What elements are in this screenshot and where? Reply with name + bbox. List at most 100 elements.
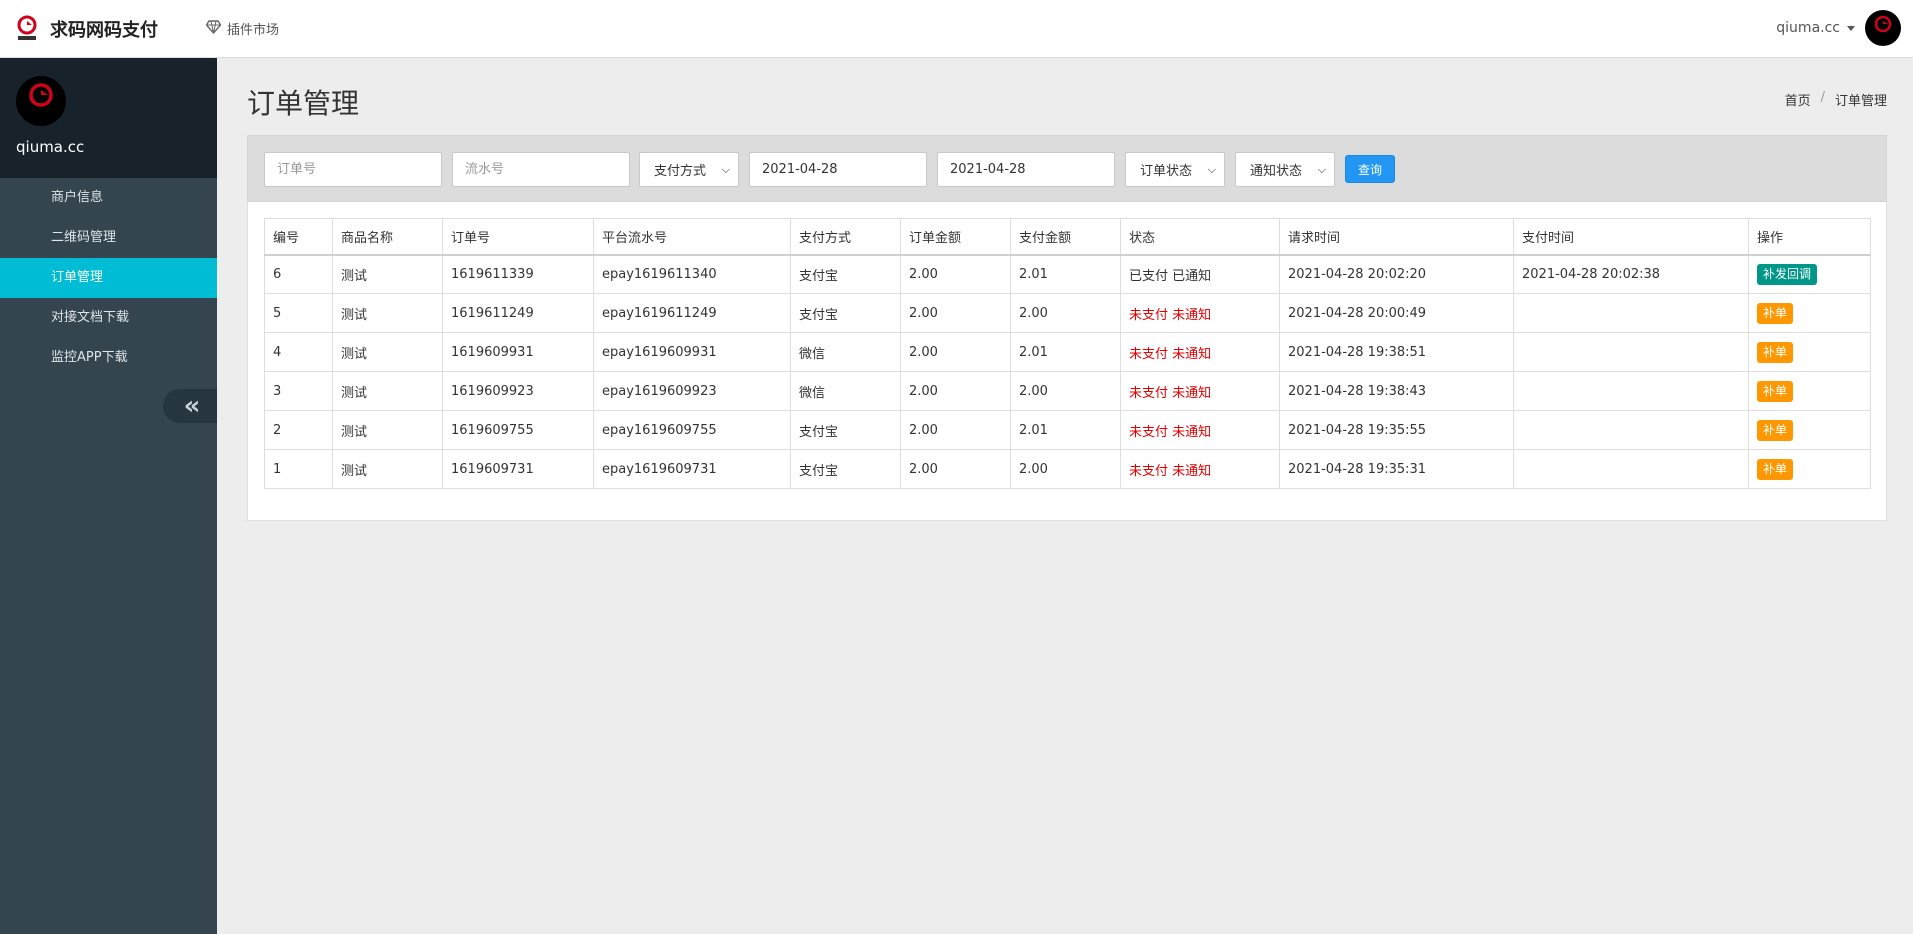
sidebar-avatar[interactable]: [16, 76, 66, 126]
start-date-input[interactable]: [749, 152, 927, 187]
cell-order-no: 1619609755: [442, 410, 594, 450]
cell-action: 补单: [1748, 371, 1871, 411]
search-button[interactable]: 查询: [1345, 155, 1396, 183]
breadcrumb: 首页 / 订单管理: [1785, 90, 1887, 109]
notify-status-select[interactable]: 通知状态 ⌵: [1235, 152, 1335, 187]
cell-action: 补单: [1748, 293, 1871, 333]
cell-order-no: 1619611249: [442, 293, 594, 333]
cell-id: 4: [264, 332, 333, 372]
page-title: 订单管理: [247, 87, 360, 120]
cell-order-amount: 2.00: [900, 449, 1011, 489]
cell-pay-amount: 2.01: [1010, 254, 1121, 294]
user-name: qiuma.cc: [1776, 20, 1840, 36]
cell-serial: epay1619609923: [593, 371, 791, 411]
sidebar-item-order-management[interactable]: 订单管理: [0, 258, 217, 298]
cell-serial: epay1619609931: [593, 332, 791, 372]
cell-product: 测试: [332, 293, 443, 333]
col-order-amount: 订单金额: [900, 218, 1011, 256]
cell-pay-amount: 2.00: [1010, 449, 1121, 489]
order-status-select[interactable]: 订单状态 ⌵: [1125, 152, 1225, 187]
end-date-input[interactable]: [937, 152, 1115, 187]
cell-status: 未支付 未通知: [1120, 410, 1280, 450]
cell-order-no: 1619611339: [442, 254, 594, 294]
cell-id: 5: [264, 293, 333, 333]
cell-order-amount: 2.00: [900, 371, 1011, 411]
cell-product: 测试: [332, 332, 443, 372]
cell-request-time: 2021-04-28 20:00:49: [1279, 293, 1514, 333]
cell-order-amount: 2.00: [900, 254, 1011, 294]
supplement-order-button[interactable]: 补单: [1757, 458, 1794, 480]
col-order-no: 订单号: [442, 218, 594, 256]
cell-pay-method: 支付宝: [790, 410, 901, 450]
serial-no-input[interactable]: [452, 152, 630, 187]
cell-serial: epay1619611249: [593, 293, 791, 333]
cell-status: 未支付 未通知: [1120, 449, 1280, 489]
cell-order-amount: 2.00: [900, 410, 1011, 450]
sidebar-item-api-docs-download[interactable]: 对接文档下载: [0, 298, 217, 338]
breadcrumb-current: 订单管理: [1834, 94, 1887, 109]
col-pay-amount: 支付金额: [1010, 218, 1121, 256]
cell-pay-method: 微信: [790, 371, 901, 411]
col-id: 编号: [264, 218, 333, 256]
cell-pay-amount: 2.01: [1010, 332, 1121, 372]
col-status: 状态: [1120, 218, 1280, 256]
cell-serial: epay1619609755: [593, 410, 791, 450]
resend-callback-button[interactable]: 补发回调: [1757, 263, 1818, 285]
cell-product: 测试: [332, 410, 443, 450]
sidebar: qiuma.cc 商户信息 二维码管理 订单管理 对接文档下载 监控APP下载 …: [0, 58, 217, 934]
sidebar-item-qrcode-management[interactable]: 二维码管理: [0, 218, 217, 258]
plugin-market-label: 插件市场: [227, 23, 280, 38]
cell-pay-amount: 2.01: [1010, 410, 1121, 450]
supplement-order-button[interactable]: 补单: [1757, 341, 1794, 363]
avatar[interactable]: [1865, 10, 1901, 46]
cell-order-amount: 2.00: [900, 332, 1011, 372]
supplement-order-button[interactable]: 补单: [1757, 419, 1794, 441]
supplement-order-button[interactable]: 补单: [1757, 302, 1794, 324]
caret-down-icon: [1847, 25, 1855, 31]
cell-request-time: 2021-04-28 19:35:55: [1279, 410, 1514, 450]
plugin-market-link[interactable]: 插件市场: [205, 19, 280, 38]
double-chevron-left-icon: «: [183, 391, 201, 421]
col-pay-time: 支付时间: [1513, 218, 1749, 256]
col-serial: 平台流水号: [593, 218, 791, 256]
table-row: 1 测试 1619609731 epay1619609731 支付宝 2.00 …: [264, 449, 1871, 489]
cell-request-time: 2021-04-28 19:38:51: [1279, 332, 1514, 372]
orders-table: 编号 商品名称 订单号 平台流水号 支付方式 订单金额 支付金额 状态 请求时间…: [264, 218, 1871, 489]
cell-status: 未支付 未通知: [1120, 332, 1280, 372]
cell-action: 补发回调: [1748, 254, 1871, 294]
sidebar-profile: qiuma.cc: [0, 58, 217, 178]
cell-serial: epay1619609731: [593, 449, 791, 489]
order-no-input[interactable]: [264, 152, 442, 187]
cell-id: 6: [264, 254, 333, 294]
cell-request-time: 2021-04-28 19:38:43: [1279, 371, 1514, 411]
cell-pay-amount: 2.00: [1010, 371, 1121, 411]
user-menu[interactable]: qiuma.cc: [1776, 10, 1901, 46]
sidebar-item-monitor-app-download[interactable]: 监控APP下载: [0, 338, 217, 378]
cell-serial: epay1619611340: [593, 254, 791, 294]
top-navbar: 求码网码支付 插件市场 qiuma.cc: [0, 0, 1913, 58]
cell-request-time: 2021-04-28 20:02:20: [1279, 254, 1514, 294]
col-product: 商品名称: [332, 218, 443, 256]
sidebar-menu: 商户信息 二维码管理 订单管理 对接文档下载 监控APP下载: [0, 178, 217, 378]
cell-pay-method: 支付宝: [790, 293, 901, 333]
cell-id: 2: [264, 410, 333, 450]
cell-status: 已支付 已通知: [1120, 254, 1280, 294]
brand[interactable]: 求码网码支付: [16, 14, 158, 44]
breadcrumb-home[interactable]: 首页: [1785, 90, 1811, 109]
sidebar-item-merchant-info[interactable]: 商户信息: [0, 178, 217, 218]
sidebar-collapse-button[interactable]: «: [163, 389, 217, 423]
cell-pay-method: 微信: [790, 332, 901, 372]
chevron-down-icon: ⌵: [1207, 162, 1216, 176]
chevron-down-icon: ⌵: [721, 162, 730, 176]
supplement-order-button[interactable]: 补单: [1757, 380, 1794, 402]
cell-pay-method: 支付宝: [790, 254, 901, 294]
cell-pay-time: [1513, 332, 1749, 372]
pay-method-select[interactable]: 支付方式 ⌵: [639, 152, 739, 187]
cell-id: 1: [264, 449, 333, 489]
table-row: 3 测试 1619609923 epay1619609923 微信 2.00 2…: [264, 371, 1871, 411]
cell-pay-time: [1513, 449, 1749, 489]
cell-pay-method: 支付宝: [790, 449, 901, 489]
cell-order-no: 1619609931: [442, 332, 594, 372]
table-row: 2 测试 1619609755 epay1619609755 支付宝 2.00 …: [264, 410, 1871, 450]
cell-status: 未支付 未通知: [1120, 293, 1280, 333]
